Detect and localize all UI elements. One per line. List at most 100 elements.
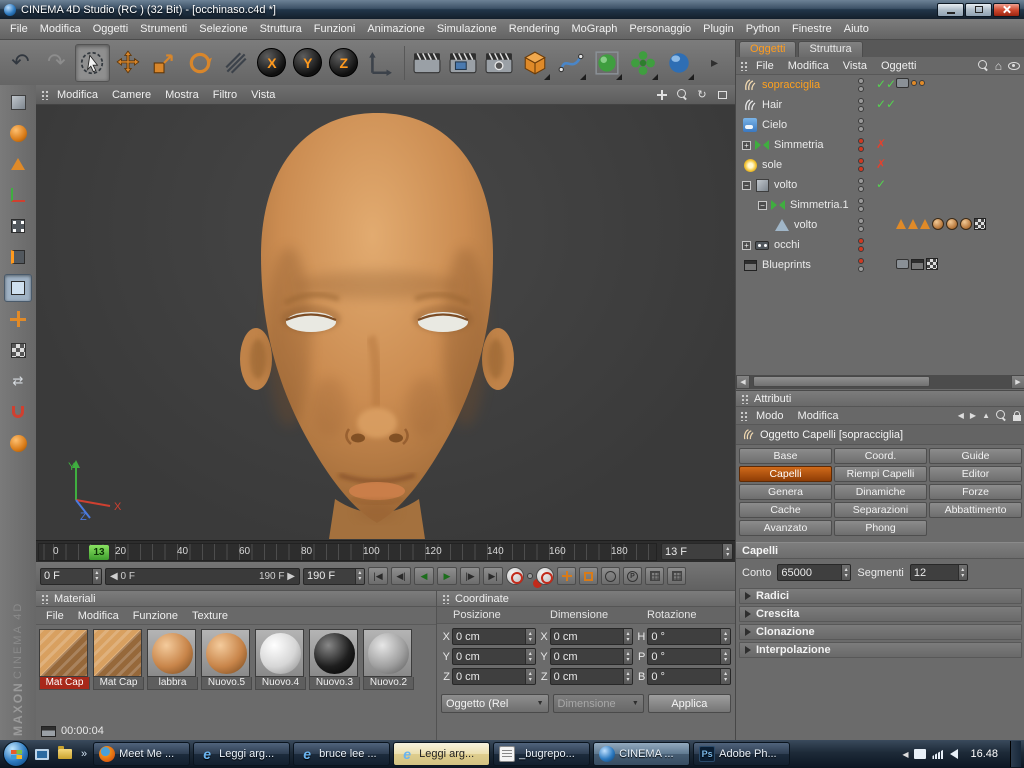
tree-item-cielo[interactable]: Cielo xyxy=(736,115,1024,135)
points-mode-button[interactable] xyxy=(4,212,32,240)
make-editable-button[interactable] xyxy=(4,88,32,116)
timeline-playhead[interactable]: 13 xyxy=(89,545,109,560)
group-crescita[interactable]: Crescita xyxy=(739,606,1022,622)
tab-oggetti[interactable]: Oggetti xyxy=(739,41,796,57)
coordinate-mode-dropdown[interactable]: Oggetto (Rel ▼ xyxy=(441,694,549,713)
texture-axis-mode-button[interactable] xyxy=(4,336,32,364)
play-button[interactable]: ▶ xyxy=(437,567,457,585)
close-button[interactable] xyxy=(993,3,1020,17)
material-thumbnail[interactable] xyxy=(39,629,88,677)
expand-toggle[interactable]: + xyxy=(742,141,751,150)
attr-tab-abbattimento[interactable]: Abbattimento xyxy=(929,502,1022,518)
material-item[interactable]: Mat Cap xyxy=(93,629,144,690)
pos-y-input[interactable] xyxy=(453,651,525,663)
network-icon[interactable] xyxy=(932,749,944,759)
start-button[interactable] xyxy=(3,741,29,767)
material-thumbnail[interactable] xyxy=(147,629,196,677)
rotate-tool-button[interactable] xyxy=(183,44,218,82)
spinner-icon[interactable]: ▴▾ xyxy=(92,569,101,584)
range-right-arrow-icon[interactable]: ▶ xyxy=(287,571,295,582)
attr-tab-genera[interactable]: Genera xyxy=(739,484,832,500)
menu-finestre[interactable]: Finestre xyxy=(786,21,838,37)
search-icon[interactable] xyxy=(978,60,989,71)
scrollbar-thumb[interactable] xyxy=(753,376,930,387)
rot-b-input[interactable] xyxy=(648,671,720,683)
task-bruce-lee[interactable]: e bruce lee ... xyxy=(293,742,390,766)
spinner-icon[interactable]: ▴▾ xyxy=(720,649,730,664)
simulation-button[interactable] xyxy=(4,429,32,457)
menu-python[interactable]: Python xyxy=(740,21,786,37)
quicklaunch-overflow[interactable]: » xyxy=(78,748,90,760)
enabled-check-icon[interactable]: ✓✓ xyxy=(876,97,896,111)
attr-tab-dinamiche[interactable]: Dinamiche xyxy=(834,484,927,500)
material-item[interactable]: labbra xyxy=(147,629,198,690)
snap-settings-button[interactable] xyxy=(4,398,32,426)
workplane-mode-button[interactable] xyxy=(4,181,32,209)
search-icon[interactable] xyxy=(996,410,1007,421)
quicklaunch-explorer[interactable] xyxy=(55,744,75,764)
menu-file[interactable]: File xyxy=(4,21,34,37)
material-tag-icon[interactable] xyxy=(932,218,944,230)
live-selection-button[interactable] xyxy=(75,44,110,82)
rot-h-input[interactable] xyxy=(648,631,720,643)
material-thumbnail[interactable] xyxy=(309,629,358,677)
viewport-menu-mostra[interactable]: Mostra xyxy=(159,88,205,102)
segmenti-input[interactable] xyxy=(911,567,958,579)
goto-start-button[interactable]: |◀ xyxy=(368,567,388,585)
dim-z-input[interactable] xyxy=(551,671,623,683)
materials-menu-texture[interactable]: Texture xyxy=(186,609,234,623)
dim-x-input[interactable] xyxy=(551,631,623,643)
spinner-icon[interactable]: ▴▾ xyxy=(525,649,535,664)
task-photoshop[interactable]: Ps Adobe Ph... xyxy=(693,742,790,766)
enabled-check-icon[interactable]: ✓✓ xyxy=(876,77,896,91)
eye-icon[interactable] xyxy=(1008,62,1020,70)
disabled-cross-icon[interactable]: ✗ xyxy=(876,157,886,171)
capelli-section-header[interactable]: Capelli xyxy=(736,542,1024,559)
attr-tab-forze[interactable]: Forze xyxy=(929,484,1022,500)
previous-frame-button[interactable]: ◀ xyxy=(414,567,434,585)
home-icon[interactable]: ⌂ xyxy=(995,60,1002,72)
range-left-arrow-icon[interactable]: ◀ xyxy=(110,571,118,582)
render-picture-viewer-button[interactable] xyxy=(446,44,481,82)
selection-tag-icon[interactable] xyxy=(896,219,906,229)
current-frame-input[interactable] xyxy=(662,546,722,558)
material-thumbnail[interactable] xyxy=(363,629,412,677)
material-item[interactable]: Nuovo.2 xyxy=(363,629,414,690)
selection-tag-icon[interactable] xyxy=(908,219,918,229)
materials-menu-funzione[interactable]: Funzione xyxy=(127,609,184,623)
menu-animazione[interactable]: Animazione xyxy=(361,21,430,37)
expand-toggle[interactable]: − xyxy=(742,181,751,190)
spinner-icon[interactable]: ▴▾ xyxy=(720,629,730,644)
objects-menu-vista[interactable]: Vista xyxy=(837,59,873,73)
pos-z-input[interactable] xyxy=(453,671,525,683)
conto-input[interactable] xyxy=(778,567,840,579)
keyframe-selection-button[interactable] xyxy=(536,567,554,585)
texture-mode-button[interactable] xyxy=(4,150,32,178)
material-tag-icon[interactable] xyxy=(946,218,958,230)
grip-handle-icon[interactable] xyxy=(741,394,749,404)
tree-item-sole[interactable]: sole ✗ xyxy=(736,155,1024,175)
attr-tab-guide[interactable]: Guide xyxy=(929,448,1022,464)
expand-toggle[interactable]: + xyxy=(742,241,751,250)
menu-funzioni[interactable]: Funzioni xyxy=(308,21,362,37)
objects-menu-oggetti[interactable]: Oggetti xyxy=(875,59,922,73)
add-spline-button[interactable] xyxy=(553,44,588,82)
group-radici[interactable]: Radici xyxy=(739,588,1022,604)
add-primitive-button[interactable] xyxy=(517,44,552,82)
edges-mode-button[interactable] xyxy=(4,243,32,271)
tray-expand-icon[interactable]: ◀ xyxy=(902,750,908,759)
swap-mode-button[interactable]: ⇄ xyxy=(4,367,32,395)
attr-tab-cache[interactable]: Cache xyxy=(739,502,832,518)
menu-modifica[interactable]: Modifica xyxy=(34,21,87,37)
spinner-icon[interactable]: ▴▾ xyxy=(841,565,851,580)
undo-button[interactable]: ↶ xyxy=(3,44,38,82)
objects-horizontal-scrollbar[interactable]: ◀ ▶ xyxy=(736,375,1024,389)
rot-p-input[interactable] xyxy=(648,651,720,663)
rdp-tray-icon[interactable] xyxy=(914,749,926,759)
record-keyframe-button[interactable] xyxy=(506,567,524,585)
subdivision-surface-button[interactable] xyxy=(589,44,624,82)
material-tag-icon[interactable] xyxy=(960,218,972,230)
autokey-button[interactable] xyxy=(527,573,533,579)
viewport-menu-vista[interactable]: Vista xyxy=(245,88,281,102)
tree-item-sopracciglia[interactable]: sopracciglia ✓✓ xyxy=(736,75,1024,95)
